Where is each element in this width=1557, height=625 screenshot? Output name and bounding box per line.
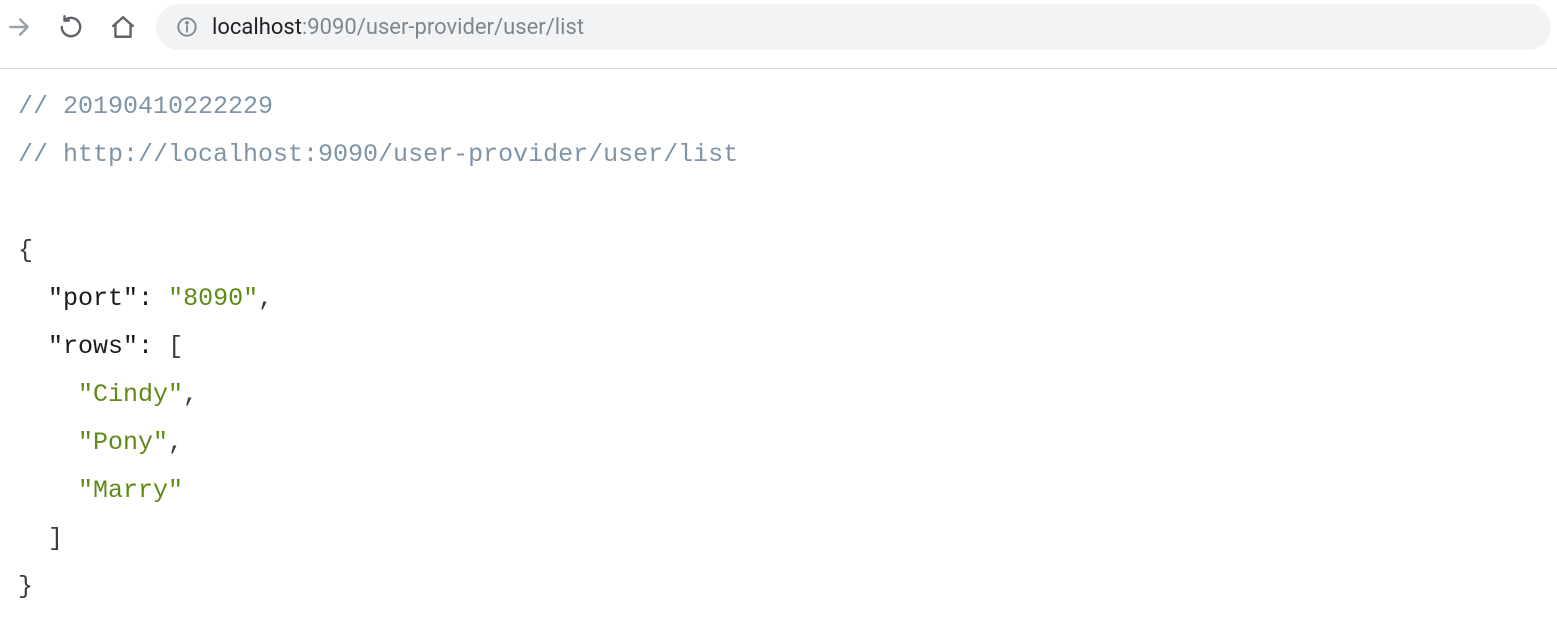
- json-content: // 20190410222229 // http://localhost:90…: [0, 69, 1557, 625]
- comment-url: // http://localhost:9090/user-provider/u…: [18, 140, 738, 169]
- json-open-brace: {: [18, 236, 33, 265]
- json-string: "Cindy": [78, 380, 183, 409]
- browser-toolbar: localhost:9090/user-provider/user/list: [0, 0, 1557, 60]
- json-key: "port": [48, 284, 138, 313]
- forward-button[interactable]: [0, 8, 38, 46]
- url-path: :9090/user-provider/user/list: [302, 15, 584, 40]
- reload-button[interactable]: [52, 8, 90, 46]
- json-open-bracket: [: [168, 332, 183, 361]
- url-text: localhost:9090/user-provider/user/list: [212, 15, 584, 40]
- address-bar[interactable]: localhost:9090/user-provider/user/list: [156, 4, 1551, 50]
- json-string: "Pony": [78, 428, 168, 457]
- comment-timestamp: // 20190410222229: [18, 92, 273, 121]
- url-host: localhost: [212, 15, 302, 40]
- site-info-icon[interactable]: [176, 16, 198, 38]
- json-close-bracket: ]: [48, 524, 63, 553]
- json-string: "8090": [168, 284, 258, 313]
- home-button[interactable]: [104, 8, 142, 46]
- json-string: "Marry": [78, 476, 183, 505]
- json-close-brace: }: [18, 572, 33, 601]
- json-key: "rows": [48, 332, 138, 361]
